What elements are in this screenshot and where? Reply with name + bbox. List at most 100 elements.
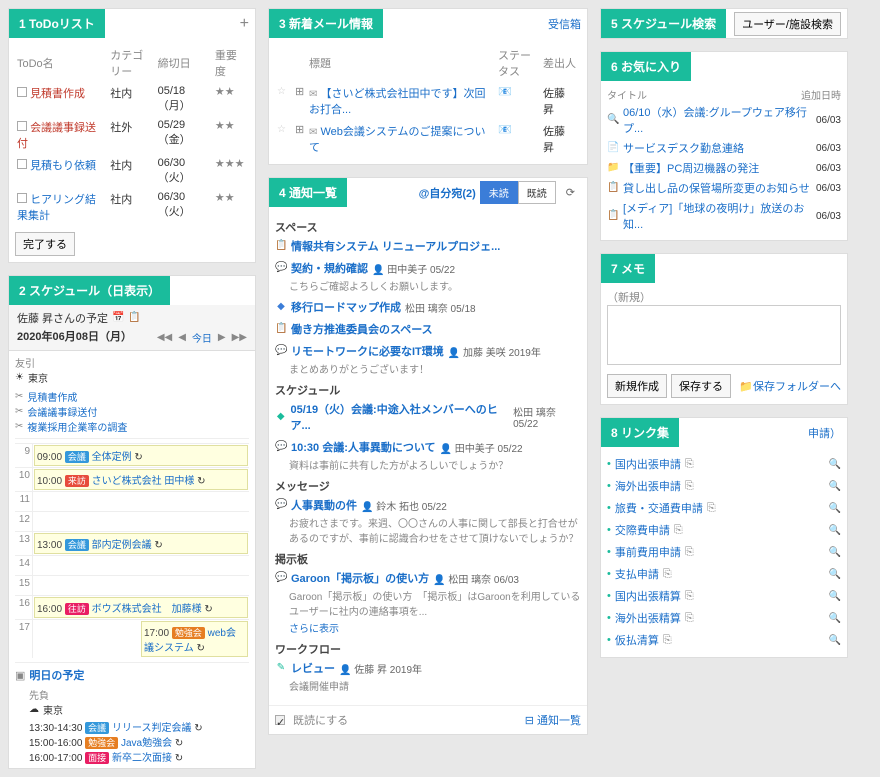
- allday-event[interactable]: 複業採用企業率の調査: [27, 419, 127, 434]
- next-day-icon[interactable]: ▶: [218, 332, 226, 343]
- external-icon: ⎘: [685, 546, 694, 559]
- notif-item-link[interactable]: リモートワークに必要なIT環境: [291, 343, 444, 359]
- day-view-icon[interactable]: 📅: [112, 312, 124, 324]
- link-item[interactable]: 交際費申請: [615, 522, 670, 538]
- fav-item-link[interactable]: [メディア]「地球の夜明け」放送のお知...: [623, 200, 812, 232]
- memo-create-button[interactable]: 新規作成: [607, 374, 667, 398]
- tomorrow-heading[interactable]: 明日の予定: [29, 667, 84, 683]
- tab-unread[interactable]: 未読: [480, 181, 518, 204]
- link-item[interactable]: 海外出張申請: [615, 478, 681, 494]
- calendar-event[interactable]: 09:00 会議 全体定例 ↻: [34, 445, 248, 466]
- todo-item-link[interactable]: 会議議事録送付: [17, 122, 96, 150]
- link-item[interactable]: 事前費用申請: [615, 544, 681, 560]
- memo-folder-link[interactable]: 📁保存フォルダーへ: [739, 378, 841, 394]
- prev-month-icon[interactable]: ◀◀: [157, 332, 172, 343]
- scissors-icon: ✂: [15, 406, 23, 417]
- calendar-event[interactable]: 17:00 勉強会 web会議システム ↻: [141, 621, 248, 657]
- notif-item-link[interactable]: 移行ロードマップ作成: [291, 299, 401, 315]
- fav-item-link[interactable]: 06/10（水）会議:グループウェア移行プ...: [623, 104, 812, 136]
- detail-icon[interactable]: 🔍: [829, 481, 841, 492]
- memo-save-button[interactable]: 保存する: [671, 374, 731, 398]
- expand-icon[interactable]: ⊞: [295, 124, 304, 136]
- notif-item-link[interactable]: レビュー: [291, 660, 335, 676]
- link-item[interactable]: 支払申請: [615, 566, 659, 582]
- todo-item-link[interactable]: 見積書作成: [30, 88, 85, 100]
- todo-item-link[interactable]: ヒアリング結果集計: [17, 194, 96, 222]
- repeat-icon: ↻: [197, 476, 205, 487]
- link-item[interactable]: 海外出張精算: [615, 610, 681, 626]
- notif-item-link[interactable]: Garoon「掲示板」の使い方: [291, 570, 429, 586]
- allday-event[interactable]: 会議議事録送付: [27, 404, 97, 419]
- memo-textarea[interactable]: [607, 305, 841, 365]
- detail-icon[interactable]: 🔍: [829, 525, 841, 536]
- calendar-event[interactable]: 10:00 来訪 さいど株式会社 田中様 ↻: [34, 469, 248, 490]
- detail-icon[interactable]: 🔍: [829, 613, 841, 624]
- star-icon[interactable]: ☆: [277, 86, 286, 97]
- select-all-checkbox[interactable]: ✓: [275, 715, 285, 725]
- all-notif-link[interactable]: ⊟ 通知一覧: [525, 712, 581, 728]
- external-icon: ⎘: [674, 524, 683, 537]
- detail-icon[interactable]: 🔍: [829, 591, 841, 602]
- list-view-icon[interactable]: 📋: [128, 312, 140, 324]
- fav-item-link[interactable]: 【重要】PC周辺機器の発注: [623, 160, 759, 176]
- schedule-user: 佐藤 昇さんの予定: [17, 310, 108, 326]
- link-item[interactable]: 国内出張申請: [615, 456, 681, 472]
- link-item[interactable]: 国内出張精算: [615, 588, 681, 604]
- bullet-icon: •: [607, 480, 611, 492]
- calendar-event[interactable]: 16:00 往訪 ボウズ株式会社 加藤様 ↻: [34, 597, 248, 618]
- calendar-event[interactable]: 13:00 会議 部内定例会議 ↻: [34, 533, 248, 554]
- link-item[interactable]: 旅費・交通費申請: [615, 500, 703, 516]
- detail-icon[interactable]: 🔍: [829, 503, 841, 514]
- prev-day-icon[interactable]: ◀: [178, 332, 186, 343]
- notif-item-link[interactable]: 契約・規約確認: [291, 260, 368, 276]
- status-icon: 📧: [498, 124, 512, 136]
- mail-subject[interactable]: 【さいど株式会社田中です】次回お打合...: [309, 88, 485, 116]
- complete-button[interactable]: 完了する: [15, 232, 75, 256]
- expand-icon[interactable]: ⊞: [295, 86, 304, 98]
- envelope-icon: ✉: [309, 89, 317, 100]
- detail-icon[interactable]: 🔍: [829, 569, 841, 580]
- show-more-link[interactable]: さらに表示: [289, 624, 339, 635]
- mail-table: 標題ステータス差出人 ☆⊞✉ 【さいど株式会社田中です】次回お打合...📧佐藤 …: [275, 44, 581, 158]
- tab-read[interactable]: 既読: [518, 181, 556, 204]
- tomorrow-event[interactable]: リリース判定会議: [112, 723, 192, 734]
- detail-icon[interactable]: 🔍: [829, 547, 841, 558]
- mark-read-button[interactable]: 既読にする: [293, 712, 348, 728]
- refresh-icon[interactable]: ⟳: [560, 186, 581, 199]
- fav-item-link[interactable]: サービスデスク勤怠連絡: [623, 140, 744, 156]
- notif-item-link[interactable]: 10:30 会議:人事異動について: [291, 439, 436, 455]
- scissors-icon: ✂: [15, 421, 23, 432]
- fav-item-link[interactable]: 貸し出し品の保管場所変更のお知らせ: [623, 180, 810, 196]
- link-item[interactable]: 仮払清算: [615, 632, 659, 648]
- notif-item-link[interactable]: 働き方推進委員会のスペース: [291, 321, 433, 337]
- collapse-icon[interactable]: ▣: [15, 669, 25, 682]
- notif-item-link[interactable]: 05/19（火）会議:中途入社メンバーへのヒア...: [291, 401, 510, 433]
- todo-item-link[interactable]: 見積もり依頼: [30, 160, 96, 172]
- person-icon: 👤: [433, 575, 445, 586]
- repeat-icon: ↻: [196, 643, 204, 654]
- detail-icon[interactable]: 🔍: [829, 635, 841, 646]
- filter-self[interactable]: @自分宛(2): [419, 185, 476, 201]
- links-portlet: 8 リンク集申請） •国内出張申請⎘🔍•海外出張申請⎘🔍•旅費・交通費申請⎘🔍•…: [600, 417, 848, 658]
- next-month-icon[interactable]: ▶▶: [232, 332, 247, 343]
- inbox-link[interactable]: 受信箱: [548, 16, 581, 32]
- add-icon[interactable]: +: [240, 15, 249, 33]
- notif-item-link[interactable]: 人事異動の件: [291, 497, 357, 513]
- todo-checkbox[interactable]: [17, 121, 27, 131]
- todo-checkbox[interactable]: [17, 159, 27, 169]
- today-button[interactable]: 今日: [192, 330, 212, 345]
- todo-portlet: 1 ToDoリスト+ ToDo名カテゴリー締切日重要度 見積書作成社内05/18…: [8, 8, 256, 263]
- scissors-icon: ✂: [15, 391, 23, 402]
- detail-icon[interactable]: 🔍: [829, 459, 841, 470]
- todo-checkbox[interactable]: [17, 193, 27, 203]
- user-facility-search-button[interactable]: ユーザー/施設検索: [734, 12, 841, 36]
- notif-excerpt: 資料は事前に共有した方がよろしいでしょうか？: [289, 457, 581, 472]
- star-icon[interactable]: ☆: [277, 124, 286, 135]
- tomorrow-event[interactable]: Java勉強会: [121, 738, 172, 749]
- fav-type-icon: 📋: [607, 210, 619, 222]
- tomorrow-event[interactable]: 新卒二次面接: [112, 753, 172, 764]
- todo-checkbox[interactable]: [17, 87, 27, 97]
- mail-subject[interactable]: Web会議システムのご提案について: [309, 126, 486, 154]
- notif-item-link[interactable]: 情報共有システム リニューアルプロジェ...: [291, 238, 500, 254]
- allday-event[interactable]: 見積書作成: [27, 389, 77, 404]
